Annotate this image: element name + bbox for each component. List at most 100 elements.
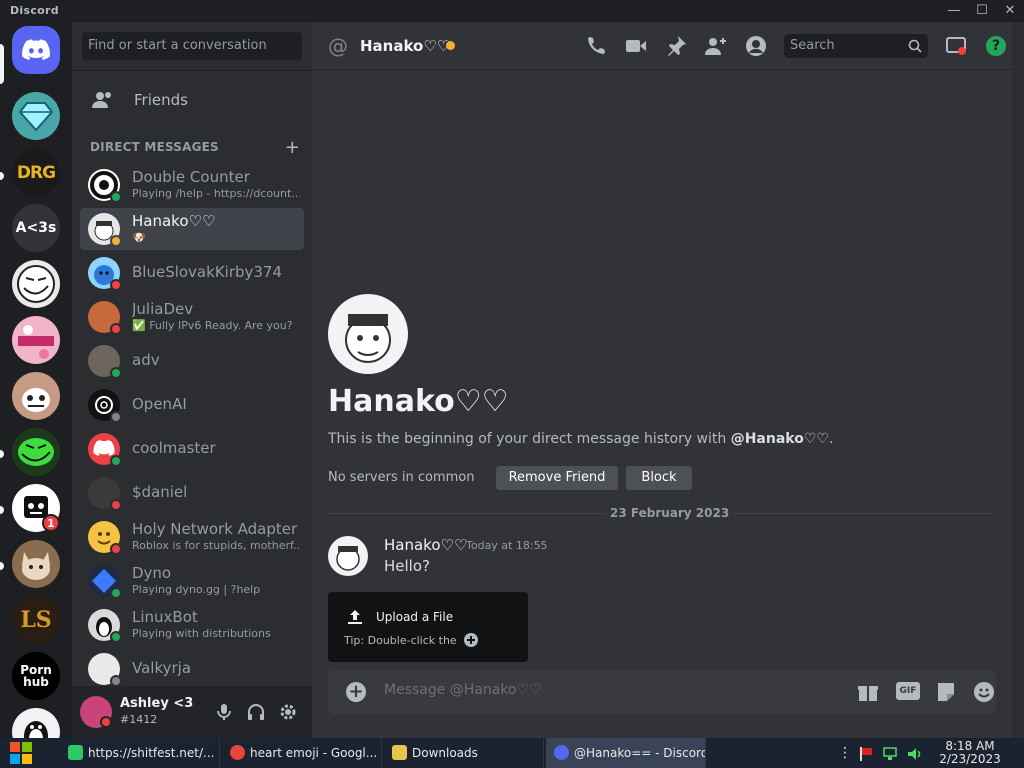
server-troll[interactable] (12, 260, 60, 308)
pin-icon[interactable] (664, 34, 688, 58)
create-dm-plus-icon[interactable]: + (285, 137, 300, 158)
settings-gear-icon[interactable] (278, 702, 298, 722)
message-composer[interactable]: + Message @Hanako♡♡ GIF (328, 670, 996, 714)
voice-call-icon[interactable] (584, 34, 608, 58)
server-a3s[interactable]: A<3s (12, 204, 60, 252)
block-button[interactable]: Block (626, 466, 692, 490)
server-list: DRG A<3s 1 LS Porn hub (0, 22, 72, 738)
dm-item-daniel[interactable]: $daniel (80, 472, 304, 514)
minimize-icon[interactable]: — (946, 3, 962, 19)
remove-friend-button[interactable]: Remove Friend (496, 466, 618, 490)
overflow-icon[interactable]: ⋮ (838, 745, 852, 761)
troll-face-icon (17, 265, 55, 303)
task-label: https://shitfest.net/... (88, 746, 215, 760)
microphone-icon[interactable] (214, 702, 234, 722)
dm-item-double-counter[interactable]: Double Counter Playing /help - https://d… (80, 164, 304, 206)
dm-name: $daniel (132, 483, 188, 501)
search-input[interactable]: Search (784, 34, 928, 58)
penguin-icon (24, 721, 48, 738)
status-online (110, 191, 122, 203)
video-call-icon[interactable] (624, 34, 648, 58)
server-drg-label: DRG (16, 163, 56, 183)
divider (72, 70, 312, 71)
dm-activity: Playing /help - https://dcount... (132, 187, 300, 200)
flag-icon[interactable] (858, 746, 874, 762)
search-placeholder: Search (790, 38, 835, 53)
message-text: Hello? (384, 557, 430, 575)
dm-item-valkyrja[interactable]: Valkyrja (80, 648, 304, 690)
user-profile-icon[interactable] (744, 34, 768, 58)
status-idle (110, 235, 122, 247)
task-label: @Hanako== - Discord (574, 746, 706, 760)
upload-popup[interactable]: Upload a File Tip: Double-click the (328, 592, 528, 662)
volume-icon[interactable] (906, 746, 922, 762)
status-online (110, 455, 122, 467)
windows-start-icon[interactable] (10, 742, 32, 764)
inbox-icon[interactable] (944, 34, 968, 58)
network-icon[interactable] (882, 746, 898, 762)
at-icon: @ (328, 34, 348, 58)
server-trollface[interactable] (12, 428, 60, 476)
taskbar-item-chrome[interactable]: heart emoji - Googl... (222, 738, 382, 768)
message-author[interactable]: Hanako♡♡ (384, 536, 467, 554)
dm-item-adv[interactable]: adv (80, 340, 304, 382)
taskbar-item-discord[interactable]: @Hanako== - Discord (546, 738, 706, 768)
diamond-icon (19, 102, 53, 131)
dm-activity: Playing dyno.gg | ?help (132, 583, 261, 596)
server-diamond[interactable] (12, 92, 60, 140)
dm-item-juliadev[interactable]: JuliaDev ✅ Fully IPv6 Ready. Are you? (80, 296, 304, 338)
maximize-icon[interactable]: ☐ (974, 3, 990, 19)
server-porn-hub[interactable]: Porn hub (12, 652, 60, 700)
add-friend-icon[interactable] (704, 34, 728, 58)
dm-name: adv (132, 351, 160, 369)
gift-icon[interactable] (856, 680, 880, 704)
discord-icon (554, 745, 569, 760)
attach-plus-icon[interactable]: + (346, 682, 366, 702)
plus-circle-icon (464, 633, 479, 647)
intro-mention[interactable]: @Hanako♡♡ (731, 431, 829, 447)
dm-item-coolmaster[interactable]: coolmaster (80, 428, 304, 470)
dm-item-hanako[interactable]: Hanako♡♡ 🐶 (80, 208, 304, 250)
gif-button[interactable]: GIF (896, 682, 920, 700)
status-online (110, 587, 122, 599)
help-icon[interactable]: ? (986, 36, 1006, 56)
friends-link[interactable]: Friends (80, 80, 304, 120)
dm-item-dyno[interactable]: Dyno Playing dyno.gg | ?help (80, 560, 304, 602)
sticker-icon[interactable] (934, 680, 958, 704)
channel-name: Hanako♡♡ (360, 37, 451, 55)
upload-title: Upload a File (376, 610, 454, 624)
emoji-icon[interactable] (972, 680, 996, 704)
chrome-icon (230, 745, 245, 760)
server-sans[interactable] (12, 372, 60, 420)
discord-logo-icon (22, 39, 50, 60)
message-timestamp: Today at 18:55 (466, 539, 548, 552)
server-drg[interactable]: DRG (12, 149, 60, 197)
system-clock[interactable]: 8:18 AM 2/23/2023 (928, 740, 1012, 766)
message-input[interactable]: Message @Hanako♡♡ (384, 682, 542, 698)
dm-section-header: DIRECT MESSAGES + (90, 137, 300, 158)
user-name: Ashley <3 (120, 696, 194, 711)
taskbar-item-downloads[interactable]: Downloads (384, 738, 544, 768)
server-ls[interactable]: LS (12, 596, 60, 644)
status-dnd (100, 716, 112, 728)
server-pop[interactable] (12, 316, 60, 364)
server-cat[interactable] (12, 540, 60, 588)
taskbar-item-browser[interactable]: https://shitfest.net/... (60, 738, 220, 768)
server-penguin[interactable] (12, 708, 60, 738)
close-icon[interactable]: ✕ (1002, 3, 1018, 19)
dm-item-openai[interactable]: OpenAI (80, 384, 304, 426)
dm-item-blueslovakkirby[interactable]: BlueSlovakKirby374 (80, 252, 304, 294)
headphones-icon[interactable] (246, 702, 266, 722)
home-button[interactable] (12, 26, 60, 74)
unread-pip (0, 172, 4, 180)
message-avatar[interactable] (328, 536, 368, 576)
status-dnd (110, 543, 122, 555)
dm-item-holy-network-adapter[interactable]: Holy Network Adapter Roblox is for stupi… (80, 516, 304, 558)
dm-name: Valkyrja (132, 659, 192, 677)
dm-item-linuxbot[interactable]: LinuxBot Playing with distributions (80, 604, 304, 646)
dm-search-input[interactable]: Find or start a conversation (82, 32, 302, 60)
intro-text: This is the beginning of your direct mes… (328, 431, 833, 447)
dm-name: Hanako♡♡ (132, 212, 216, 230)
folder-icon (392, 745, 407, 760)
scrollbar-track[interactable] (1012, 22, 1024, 738)
